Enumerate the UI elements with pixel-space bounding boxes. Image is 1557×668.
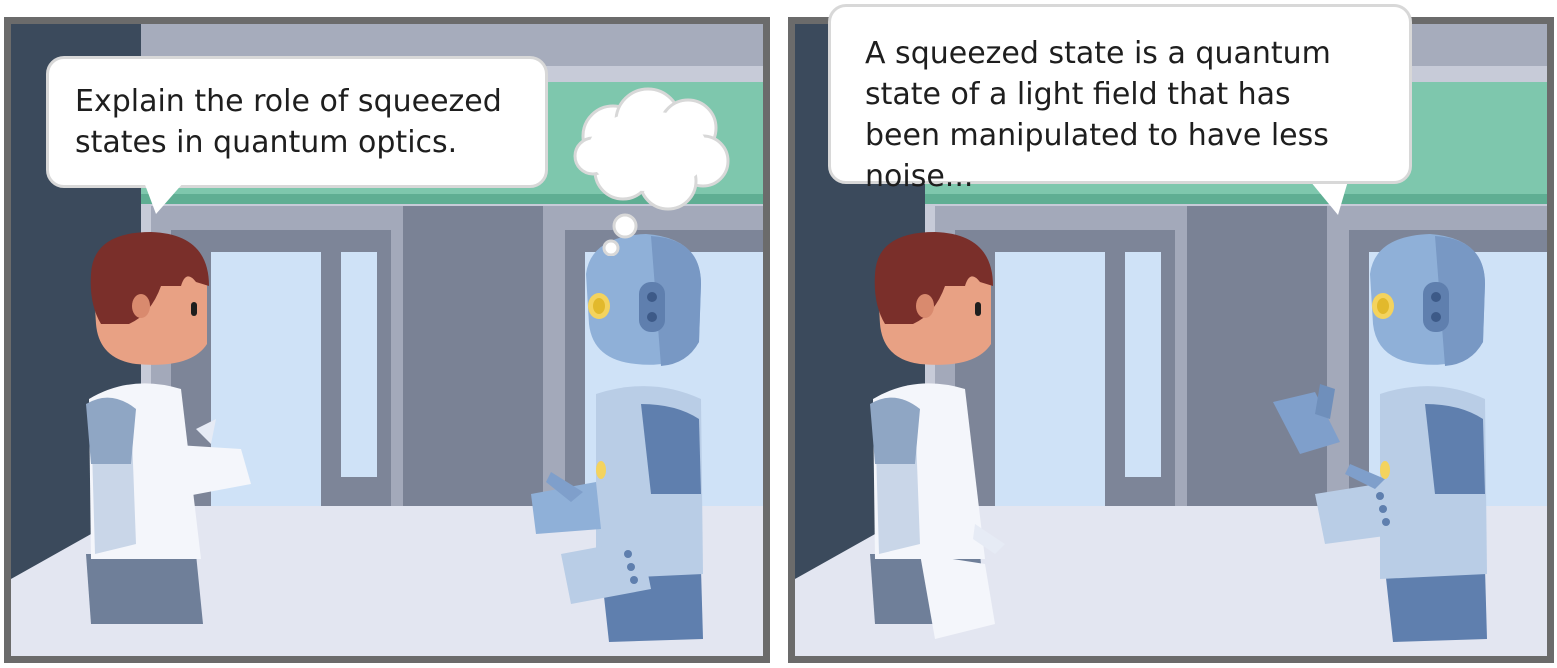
thought-bubble xyxy=(573,87,730,256)
speech-bubble-human: Explain the role of squeezed states in q… xyxy=(46,56,548,188)
speech-bubble-text: A squeezed state is a quantum state of a… xyxy=(865,36,1331,194)
comic-panel-1: Explain the role of squeezed states in q… xyxy=(4,17,770,663)
speech-bubble-tail xyxy=(144,182,184,214)
speech-bubble-text: Explain the role of squeezed states in q… xyxy=(75,84,502,160)
speech-bubble-robot: A squeezed state is a quantum state of a… xyxy=(828,4,1412,194)
